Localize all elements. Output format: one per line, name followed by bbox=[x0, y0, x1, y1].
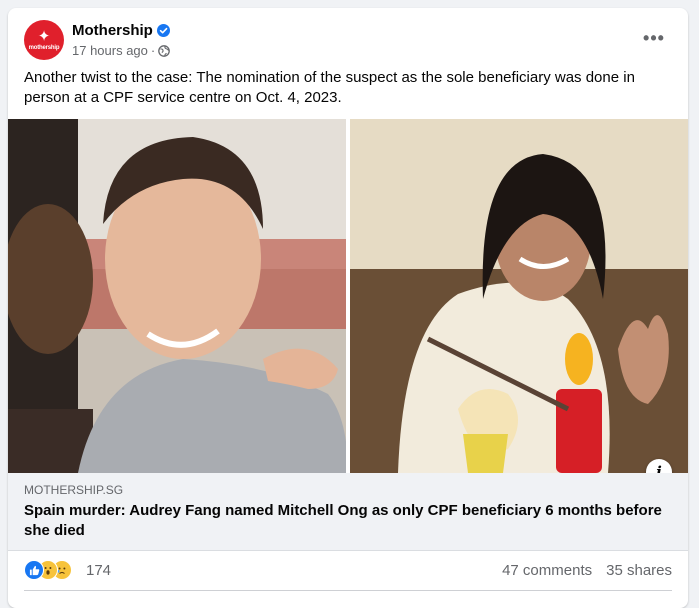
link-domain: MOTHERSHIP.SG bbox=[24, 483, 124, 497]
avatar-logo-text: mothership bbox=[28, 45, 60, 51]
link-title[interactable]: Spain murder: Audrey Fang named Mitchell… bbox=[24, 501, 664, 541]
page-name: Mothership bbox=[72, 22, 170, 39]
page-name-link[interactable]: Mothership bbox=[72, 22, 153, 39]
meta-separator: · bbox=[150, 43, 156, 58]
rocket-icon: ✦ bbox=[37, 28, 51, 45]
like-icon bbox=[24, 560, 44, 580]
post-meta: 17 hours ago · bbox=[72, 43, 171, 58]
post-header: ✦ mothership Mothership 17 hours ago · •… bbox=[24, 20, 672, 64]
reactions-bar: 174 47 comments 35 shares bbox=[24, 556, 672, 584]
post-time[interactable]: 17 hours ago bbox=[72, 43, 148, 58]
post-card: ✦ mothership Mothership 17 hours ago · •… bbox=[8, 8, 688, 608]
globe-icon bbox=[158, 44, 171, 57]
link-preview[interactable]: MOTHERSHIP.SG Spain murder: Audrey Fang … bbox=[8, 473, 688, 551]
more-options-icon: ••• bbox=[643, 27, 665, 48]
avatar[interactable]: ✦ mothership bbox=[24, 20, 64, 60]
info-icon: i bbox=[656, 463, 662, 473]
verified-badge-icon bbox=[156, 24, 170, 37]
reaction-count[interactable]: 174 bbox=[86, 562, 111, 579]
comments-count[interactable]: 47 comments bbox=[502, 562, 592, 579]
more-options-button[interactable]: ••• bbox=[638, 24, 670, 52]
reaction-icons[interactable] bbox=[24, 560, 84, 580]
divider bbox=[24, 590, 672, 591]
engagement-stats: 47 comments 35 shares bbox=[502, 562, 672, 579]
shares-count[interactable]: 35 shares bbox=[606, 562, 672, 579]
post-text: Another twist to the case: The nominatio… bbox=[24, 69, 635, 106]
post-photo[interactable]: i bbox=[8, 119, 688, 473]
photo-illustration bbox=[8, 119, 688, 473]
